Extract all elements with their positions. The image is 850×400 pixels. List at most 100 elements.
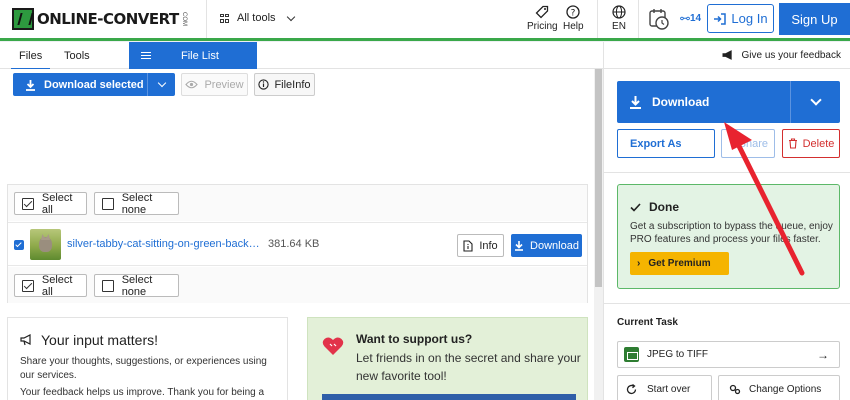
globe-icon <box>612 5 626 19</box>
checkbox-empty-icon <box>102 279 114 292</box>
checkbox-empty-icon <box>102 197 114 210</box>
current-task-button[interactable]: JPEG to TIFF → <box>617 341 840 368</box>
current-task-label: Current Task <box>617 317 678 328</box>
fileinfo-label: FileInfo <box>274 78 311 91</box>
done-title-text: Done <box>649 200 679 214</box>
panel-divider <box>603 172 850 173</box>
download-options-dropdown[interactable] <box>148 78 175 88</box>
selection-row-bottom: Select all Select none <box>8 267 587 303</box>
support-card: Want to support us? Let friends in on th… <box>307 317 588 400</box>
feedback-card-text: Share your thoughts, suggestions, or exp… <box>20 356 267 381</box>
select-none-button[interactable]: Select none <box>94 192 179 216</box>
download-selected-button[interactable]: Download selected <box>13 73 175 96</box>
all-tools-menu[interactable]: All tools <box>220 12 295 24</box>
select-none-button[interactable]: Select none <box>94 273 179 298</box>
share-label: Share <box>738 137 768 150</box>
download-icon <box>630 96 641 109</box>
tab-tools[interactable]: Tools <box>64 50 90 62</box>
change-options-label: Change Options <box>749 384 822 395</box>
done-status-card: Done Get a subscription to bypass the qu… <box>617 184 840 289</box>
support-card-text: Let friends in on the secret and share y… <box>356 351 581 383</box>
language-label: EN <box>612 21 626 32</box>
feedback-card-text: Your feedback helps us improve. Thank yo… <box>20 387 265 398</box>
download-selected-label: Download selected <box>44 78 144 91</box>
gears-icon <box>729 384 741 395</box>
get-premium-button[interactable]: › Get Premium <box>630 252 729 275</box>
support-card-title: Want to support us? <box>356 332 473 346</box>
heart-icon <box>322 337 344 355</box>
points-counter[interactable]: ⧟14 <box>680 13 701 24</box>
change-options-button[interactable]: Change Options <box>718 375 840 400</box>
done-title: Done <box>630 200 679 214</box>
site-logo[interactable]: ONLINE-CONVERT COM <box>12 8 187 30</box>
download-button[interactable]: Download <box>617 81 840 123</box>
left-tabs-bar: Files Tools File List <box>0 42 603 70</box>
share-tool-button[interactable] <box>322 394 576 400</box>
header-accent-line <box>0 38 850 41</box>
download-icon <box>515 241 524 251</box>
download-options-dropdown[interactable] <box>791 94 840 106</box>
get-premium-label: Get Premium <box>648 258 711 269</box>
checkbox-checked-icon <box>22 279 34 292</box>
feedback-label: Give us your feedback <box>741 49 842 61</box>
file-row: silver-tabby-cat-sitting-on-green-backgr… <box>8 222 587 266</box>
select-all-button[interactable]: Select all <box>14 273 87 298</box>
login-button[interactable]: Log In <box>707 4 774 33</box>
history-clock-icon[interactable] <box>648 7 670 31</box>
file-list-box: Select all Select none silver-tabby-cat-… <box>7 184 588 303</box>
refresh-icon <box>626 384 637 395</box>
file-info-button[interactable]: Info <box>457 234 504 257</box>
checkbox-checked-icon <box>22 197 34 210</box>
chevron-right-icon: › <box>637 258 641 269</box>
feedback-card: Your input matters! Share your thoughts,… <box>7 317 288 400</box>
tab-file-list[interactable]: File List <box>129 42 257 69</box>
scrollbar-thumb[interactable] <box>595 69 602 287</box>
chevron-down-icon <box>809 94 822 106</box>
megaphone-icon <box>20 334 31 346</box>
language-selector[interactable]: EN <box>612 5 626 32</box>
logo-icon <box>12 8 34 30</box>
points-value: 14 <box>690 13 702 24</box>
chevron-down-icon <box>286 12 295 21</box>
help-label: Help <box>563 21 584 32</box>
pricing-link[interactable]: Pricing <box>527 5 558 32</box>
file-thumbnail <box>30 229 61 260</box>
tab-files[interactable]: Files <box>10 50 51 70</box>
start-over-button[interactable]: Start over <box>617 375 712 400</box>
file-download-button[interactable]: Download <box>511 234 582 257</box>
preview-button[interactable]: Preview <box>181 73 248 96</box>
feedback-card-title: Your input matters! <box>20 332 158 348</box>
download-label: Download <box>652 95 710 109</box>
list-icon <box>141 51 151 60</box>
select-all-label: Select all <box>41 191 73 216</box>
feedback-link[interactable]: Give us your feedback <box>603 42 850 69</box>
eye-icon <box>185 80 199 89</box>
image-convert-icon <box>624 347 639 362</box>
check-icon <box>630 202 641 212</box>
select-none-label: Select none <box>121 273 153 298</box>
scrollbar[interactable] <box>594 69 603 400</box>
signup-button[interactable]: Sign Up <box>779 3 850 35</box>
fileinfo-button[interactable]: FileInfo <box>254 73 315 96</box>
logo-suffix: COM <box>180 12 187 26</box>
delete-button[interactable]: Delete <box>782 129 840 158</box>
file-row-checkbox[interactable] <box>14 240 24 250</box>
svg-text:?: ? <box>571 9 576 19</box>
help-icon: ? <box>566 5 580 19</box>
tag-icon <box>535 5 549 19</box>
login-icon <box>714 12 727 25</box>
header-divider <box>638 0 639 39</box>
top-header: ONLINE-CONVERT COM All tools Pricing ? H… <box>0 0 850 39</box>
help-link[interactable]: ? Help <box>563 5 584 32</box>
chevron-down-icon <box>157 78 166 88</box>
share-button[interactable]: Share <box>721 129 775 158</box>
export-as-button[interactable]: Export As <box>617 129 715 158</box>
feedback-card-title-text: Your input matters! <box>41 332 158 348</box>
logo-text: ONLINE-CONVERT <box>37 10 179 28</box>
delete-label: Delete <box>802 137 835 150</box>
select-all-button[interactable]: Select all <box>14 191 87 216</box>
download-icon <box>26 79 35 91</box>
file-name-link[interactable]: silver-tabby-cat-sitting-on-green-backgr… <box>67 238 262 250</box>
preview-label: Preview <box>204 78 244 91</box>
select-all-label: Select all <box>41 273 73 298</box>
